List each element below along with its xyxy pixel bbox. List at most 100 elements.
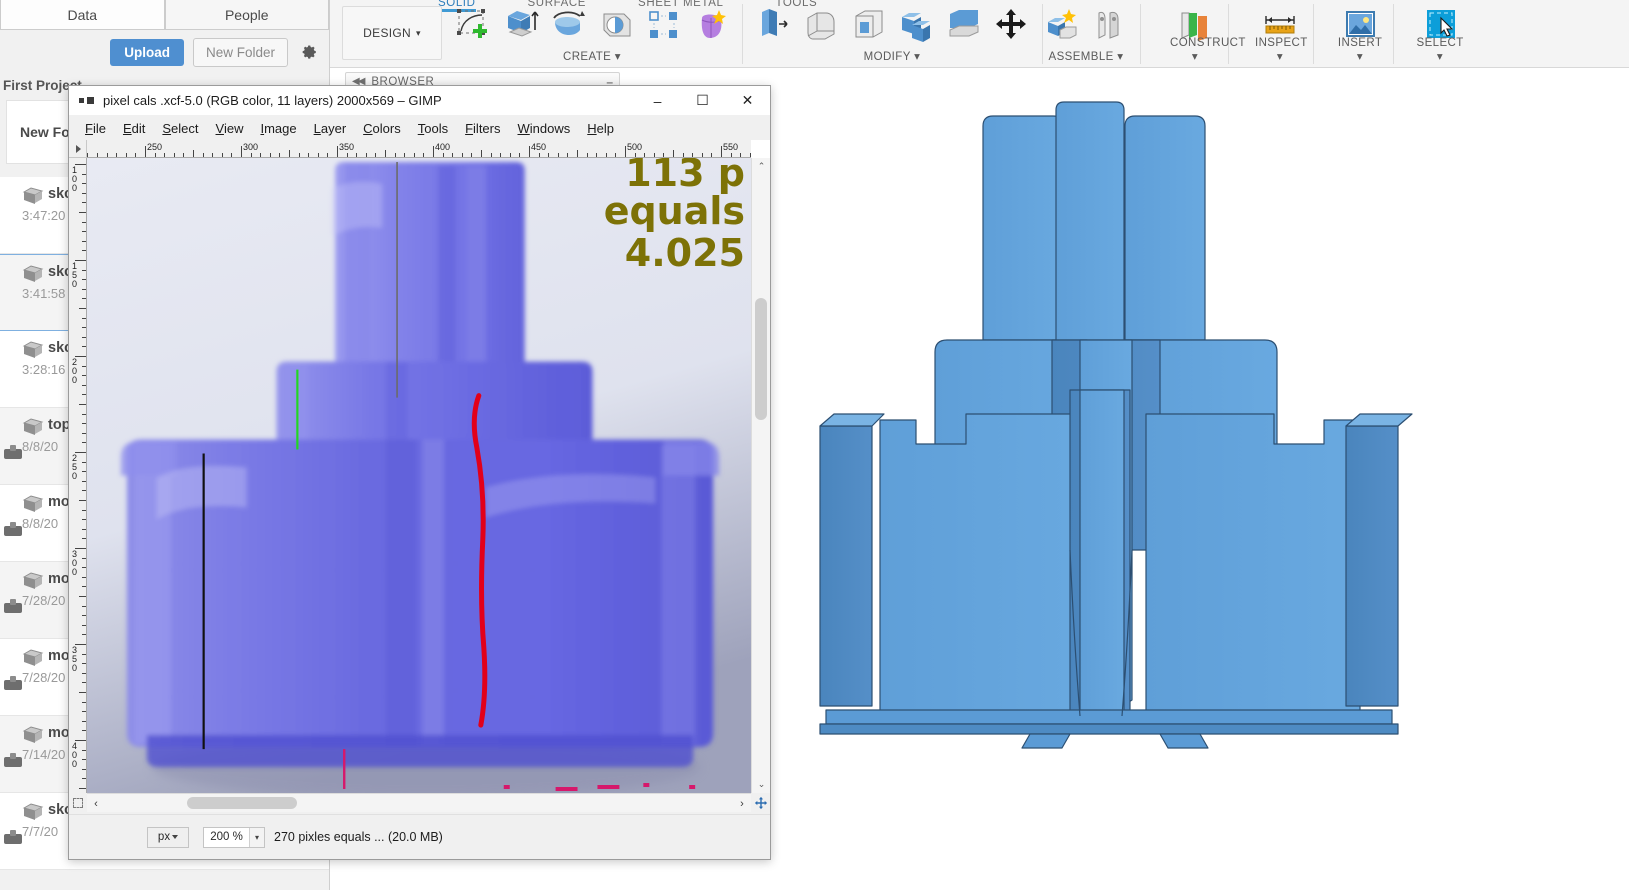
model-viewport[interactable]	[780, 90, 1480, 790]
ruler-tick	[471, 153, 472, 157]
canvas-vertical-scrollbar[interactable]: ⌃ ⌄	[751, 158, 770, 793]
ruler-tick	[82, 202, 86, 203]
image-canvas[interactable]: 113 p equals 4.025	[87, 158, 751, 793]
gear-icon[interactable]	[297, 41, 319, 63]
ruler-tick	[82, 414, 86, 415]
revolve-icon[interactable]	[546, 4, 590, 46]
tab-people[interactable]: People	[165, 0, 330, 30]
gimp-menu-bar[interactable]: FileEditSelectViewImageLayerColorsToolsF…	[69, 116, 770, 140]
pattern-icon[interactable]	[642, 4, 686, 46]
scroll-left-arrow-icon[interactable]: ‹	[87, 794, 105, 813]
menu-file[interactable]: File	[77, 119, 114, 138]
navigate-canvas-icon[interactable]	[751, 793, 770, 812]
ruler-tick	[126, 153, 127, 157]
ruler-tick	[82, 490, 86, 491]
sweep-icon[interactable]	[594, 4, 638, 46]
create-form-icon[interactable]	[690, 4, 734, 46]
ruler-tick	[260, 153, 261, 157]
vertical-scroll-thumb[interactable]	[755, 298, 767, 420]
menu-windows[interactable]: Windows	[510, 119, 579, 138]
ruler-tick	[82, 673, 86, 674]
ruler-tick	[79, 788, 86, 789]
ruler-tick	[414, 153, 415, 157]
ruler-label: 100	[70, 166, 79, 193]
menu-edit[interactable]: Edit	[115, 119, 153, 138]
ruler-label: 350	[70, 646, 79, 673]
joint-icon[interactable]	[1088, 4, 1132, 46]
ribbon-group-insert: INSERT ▾	[1335, 4, 1394, 64]
upload-button[interactable]: Upload	[110, 39, 184, 66]
ruler-origin-button[interactable]	[69, 140, 87, 158]
gimp-title-bar[interactable]: pixel cals .xcf-5.0 (RGB color, 11 layer…	[69, 86, 770, 116]
ruler-tick	[481, 150, 482, 157]
press-pull-icon[interactable]	[750, 4, 794, 46]
shell-icon[interactable]	[846, 4, 890, 46]
component-icon	[22, 265, 44, 283]
zoom-selector[interactable]: 200 % ▾	[203, 827, 265, 848]
ruler-tick	[82, 174, 86, 175]
ruler-tick	[145, 146, 146, 157]
menu-help[interactable]: Help	[579, 119, 622, 138]
ruler-tick	[82, 682, 86, 683]
move-copy-icon[interactable]	[990, 4, 1034, 46]
item-date: 7/28/20	[22, 670, 65, 685]
ruler-tick	[82, 654, 86, 655]
ruler-tick	[79, 596, 86, 597]
ruler-tick	[164, 153, 165, 157]
scroll-up-arrow-icon[interactable]: ⌃	[752, 158, 771, 175]
chevron-down-icon[interactable]: ▾	[249, 828, 264, 847]
ruler-tick	[404, 153, 405, 157]
workspace-switcher[interactable]: DESIGN ▾	[342, 6, 442, 60]
menu-filters[interactable]: Filters	[457, 119, 508, 138]
ruler-tick	[82, 231, 86, 232]
overlay-text-line2: equals	[604, 192, 745, 230]
ruler-label: 300	[243, 143, 258, 152]
minimize-button[interactable]: –	[635, 86, 680, 116]
component-icon	[22, 649, 44, 667]
ruler-label: 400	[70, 742, 79, 769]
menu-view[interactable]: View	[208, 119, 252, 138]
ribbon-group-insert-label: INSERT ▾	[1335, 37, 1385, 63]
combine-icon[interactable]	[894, 4, 938, 46]
vertical-ruler[interactable]: 100150200250300350400	[69, 158, 87, 793]
ruler-tick	[721, 146, 722, 157]
close-button[interactable]: ✕	[725, 86, 770, 116]
ruler-tick	[548, 153, 549, 157]
menu-image[interactable]: Image	[252, 119, 304, 138]
gimp-window[interactable]: pixel cals .xcf-5.0 (RGB color, 11 layer…	[68, 85, 771, 860]
scroll-right-arrow-icon[interactable]: ›	[733, 794, 751, 813]
new-component-icon[interactable]	[1040, 4, 1084, 46]
menu-select[interactable]: Select	[154, 119, 206, 138]
horizontal-scroll-thumb[interactable]	[187, 797, 297, 809]
quick-mask-icon[interactable]	[69, 793, 87, 812]
unit-selector[interactable]: px	[147, 827, 189, 848]
ruler-label: 550	[723, 143, 738, 152]
ruler-origin-icon	[76, 145, 81, 153]
chevron-down-icon: ▾	[416, 28, 421, 39]
new-folder-button[interactable]: New Folder	[193, 38, 288, 67]
ruler-tick	[82, 375, 86, 376]
ruler-tick	[567, 153, 568, 157]
ruler-tick	[251, 153, 252, 157]
item-thumbnail	[2, 673, 24, 695]
ruler-tick	[79, 500, 86, 501]
menu-layer[interactable]: Layer	[306, 119, 355, 138]
menu-tools[interactable]: Tools	[410, 119, 456, 138]
ruler-tick	[395, 153, 396, 157]
split-face-icon[interactable]	[942, 4, 986, 46]
ruler-tick	[82, 702, 86, 703]
extrude-icon[interactable]	[498, 4, 542, 46]
ruler-tick	[174, 153, 175, 157]
canvas-horizontal-scrollbar[interactable]: ‹ ›	[87, 793, 751, 812]
ruler-tick	[702, 153, 703, 157]
scroll-down-arrow-icon[interactable]: ⌄	[752, 776, 771, 793]
maximize-button[interactable]: ☐	[680, 86, 725, 116]
fillet-icon[interactable]	[798, 4, 842, 46]
tab-data[interactable]: Data	[0, 0, 165, 30]
horizontal-ruler[interactable]: 250300350400450500550	[87, 140, 751, 158]
ruler-tick	[82, 423, 86, 424]
menu-colors[interactable]: Colors	[355, 119, 409, 138]
component-icon	[22, 418, 44, 436]
ruler-tick	[82, 567, 86, 568]
new-sketch-icon[interactable]	[450, 4, 494, 46]
